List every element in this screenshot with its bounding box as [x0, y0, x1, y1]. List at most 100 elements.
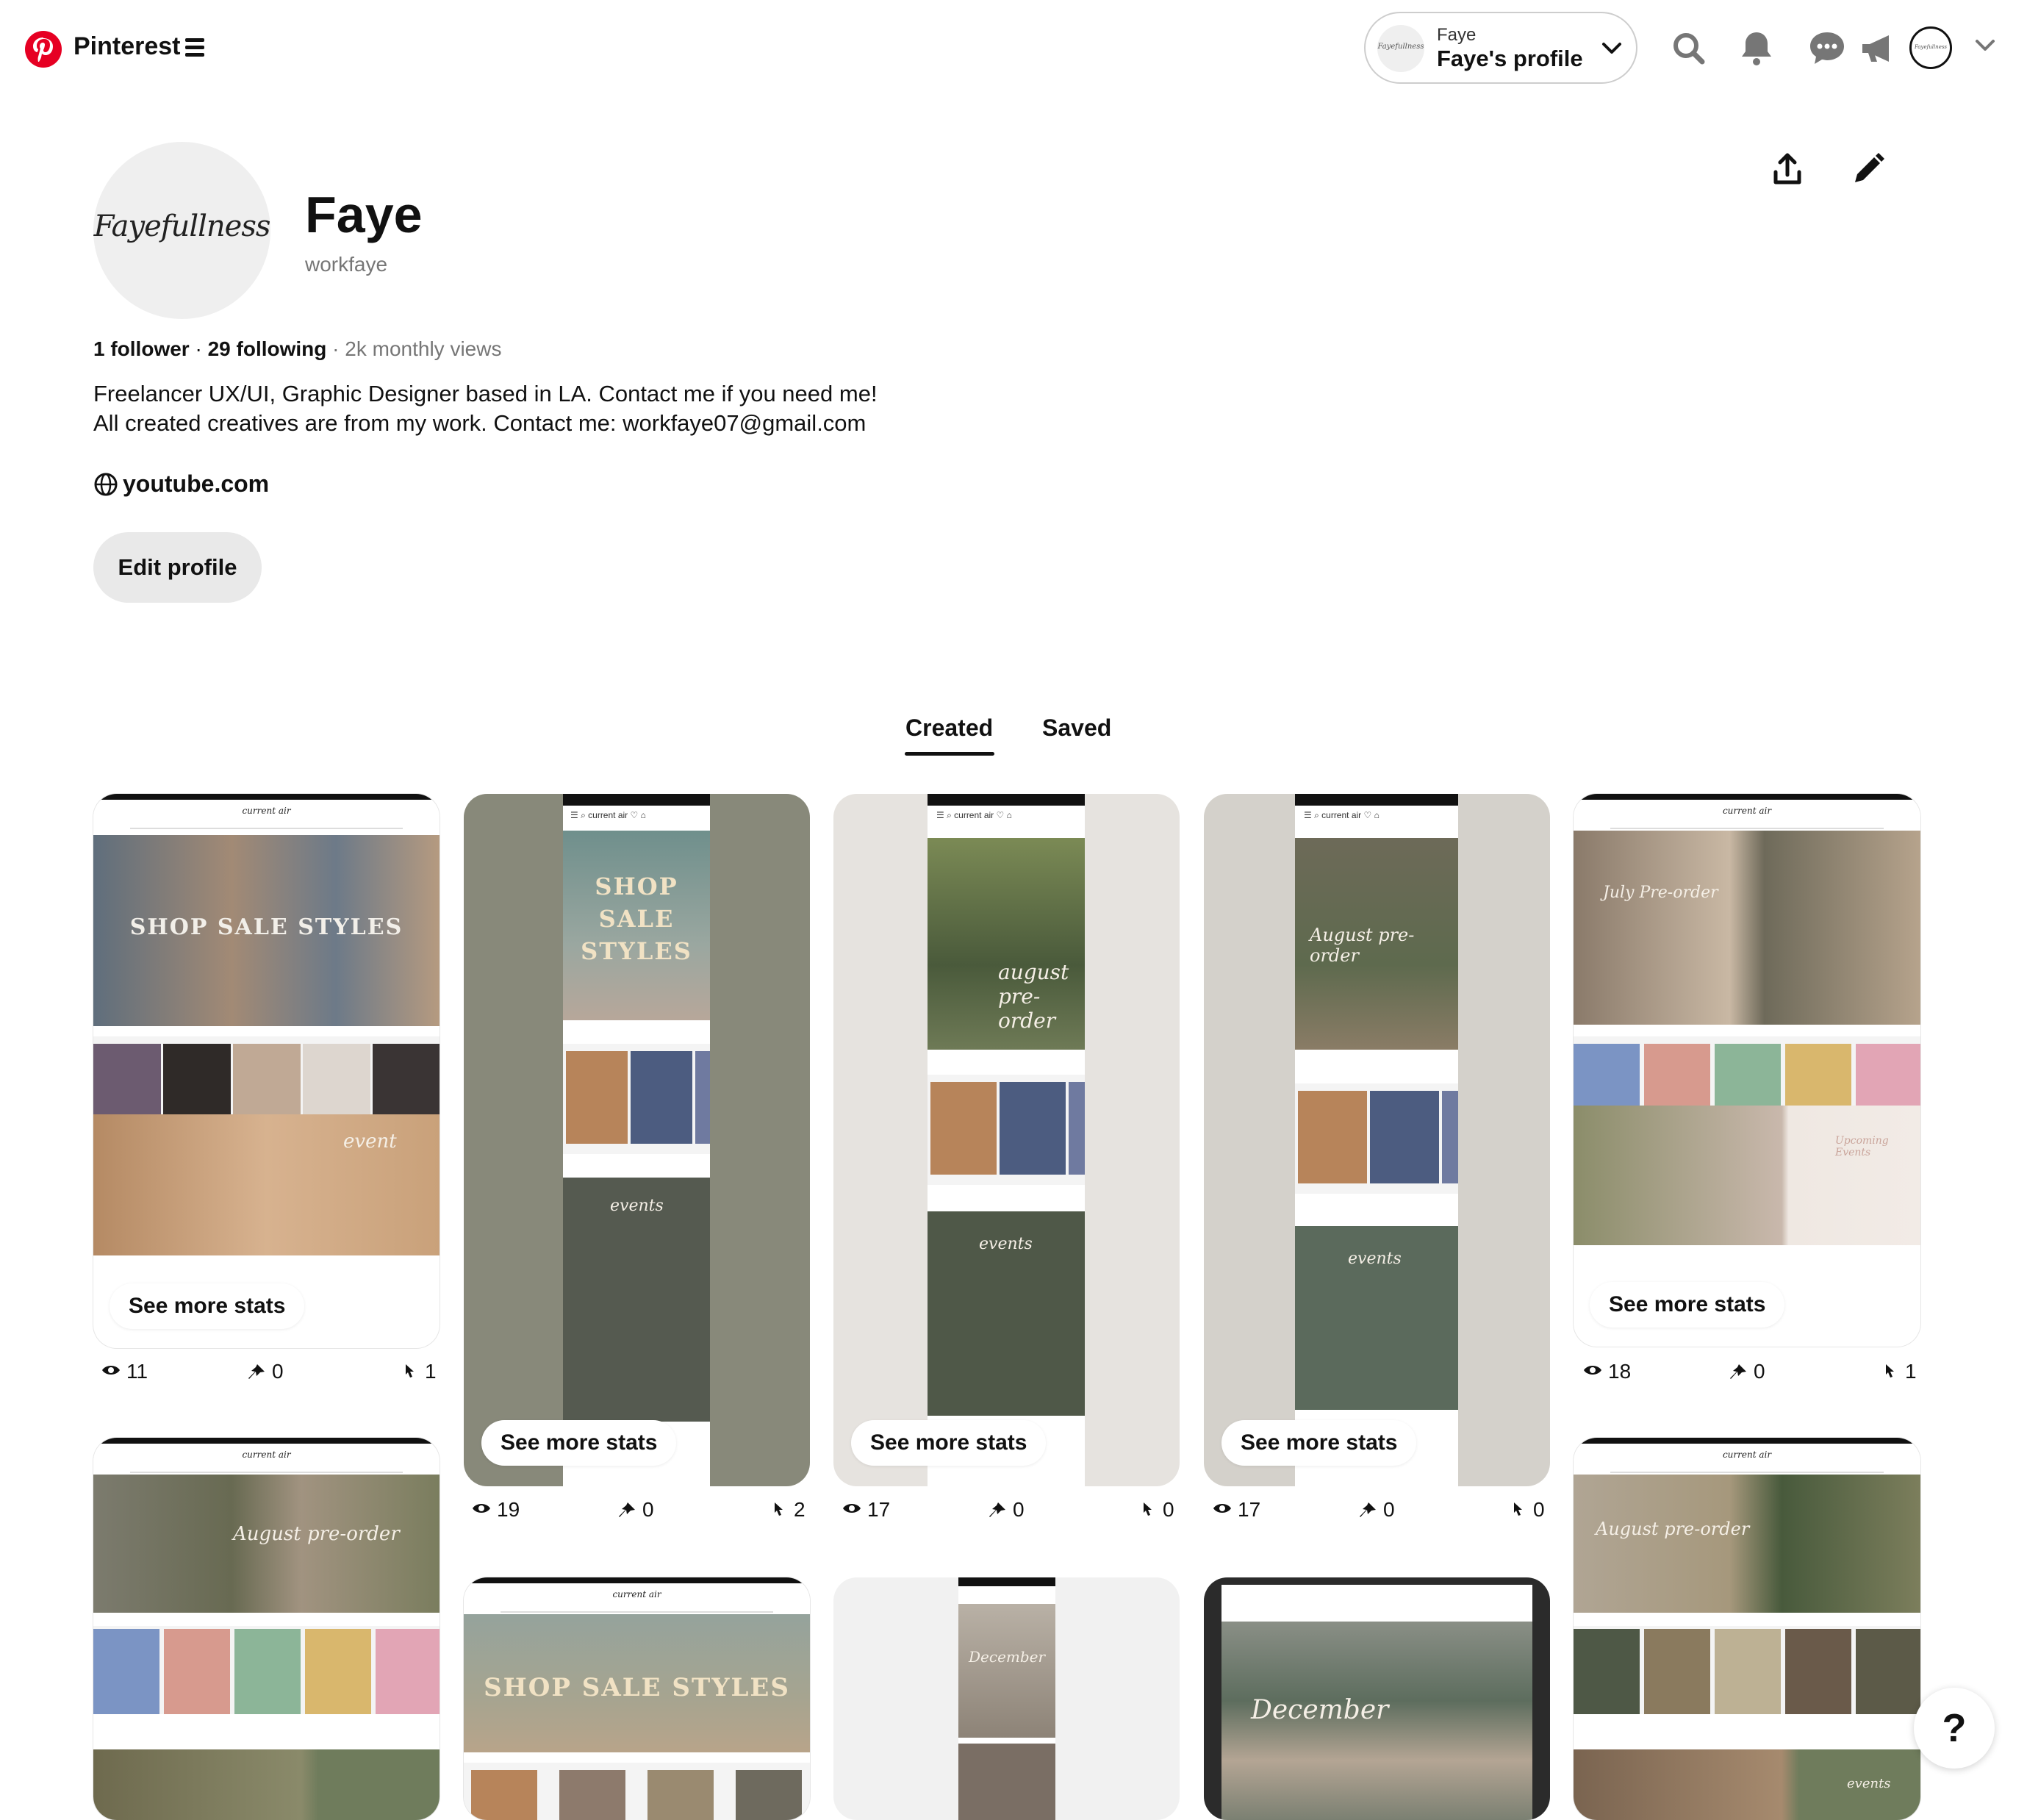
tab-created[interactable]: Created — [905, 714, 993, 742]
edit-profile-button[interactable]: Edit profile — [93, 532, 262, 603]
profile-handle: workfaye — [305, 253, 388, 276]
pin-clicks-value: 1 — [1905, 1360, 1917, 1383]
pin-events-image: events — [928, 1211, 1085, 1416]
pin-views-value: 17 — [1238, 1498, 1261, 1521]
pin-saves-value: 0 — [272, 1360, 284, 1383]
messages-icon[interactable] — [1807, 28, 1848, 69]
eye-icon — [102, 1366, 120, 1375]
pin-saves-value: 0 — [1013, 1498, 1025, 1521]
monthly-views: 2k monthly views — [345, 337, 502, 360]
accounts-chevron-icon[interactable] — [1974, 37, 1996, 54]
pin-saves-value: 0 — [642, 1498, 654, 1521]
pin-overlay-text: December — [1251, 1695, 1389, 1725]
pin-icon — [619, 1502, 635, 1517]
brand-name[interactable]: Pinterest — [73, 32, 181, 61]
pin-card[interactable]: current air August pre-order — [93, 1438, 440, 1820]
tab-saved[interactable]: Saved — [1042, 714, 1111, 742]
pin-laptop-screen: December — [1221, 1585, 1532, 1820]
account-switcher[interactable]: Fayefullness Faye Faye's profile — [1364, 12, 1637, 84]
pin-overlay-text: SHOP SALE STYLES — [581, 873, 692, 965]
pin-overlay-text: SHOP SALE STYLES — [129, 914, 403, 940]
pin-events-image: Upcoming Events — [1574, 1106, 1920, 1245]
pin-hero-image: SHOP SALE STYLES — [464, 1614, 810, 1752]
megaphone-icon[interactable] — [1858, 28, 1899, 69]
pin-clicks-value: 0 — [1533, 1498, 1545, 1521]
click-icon — [775, 1502, 783, 1516]
click-icon — [1514, 1502, 1522, 1516]
see-more-stats-button[interactable]: See more stats — [1221, 1420, 1417, 1466]
pin-icon — [1360, 1502, 1376, 1517]
eye-icon — [473, 1504, 490, 1513]
menu-icon[interactable] — [185, 38, 204, 57]
active-tab-indicator — [905, 752, 994, 756]
pin-card[interactable]: December — [833, 1577, 1180, 1820]
pin-clicks-value: 2 — [794, 1498, 806, 1521]
pin-phone-mockup: ☰ ⌕ current air ♡ ⌂ August pre-order eve… — [1295, 794, 1458, 1486]
pin-hero-image: December — [958, 1604, 1055, 1738]
share-icon[interactable] — [1767, 150, 1808, 191]
pin-hero-image: December — [1221, 1622, 1532, 1820]
pin-hero-image: August pre-order — [1574, 1475, 1920, 1613]
see-more-stats-button[interactable]: See more stats — [110, 1283, 305, 1329]
eye-icon — [843, 1504, 861, 1513]
pin-site-nav: current air — [93, 800, 440, 835]
bell-icon[interactable] — [1736, 28, 1777, 69]
pin-card[interactable]: ☰ ⌕ current air ♡ ⌂ SHOP SALE STYLES eve… — [464, 794, 810, 1486]
pin-card[interactable]: December — [1204, 1577, 1550, 1820]
pin-saves-value: 0 — [1383, 1498, 1395, 1521]
followers-count[interactable]: 1 follower — [93, 337, 190, 360]
pin-overlay-text: August pre-order — [233, 1523, 400, 1545]
globe-icon — [94, 473, 118, 496]
pin-card[interactable]: current air August pre-order events — [1574, 1438, 1920, 1820]
pin-hero-image: August pre-order — [93, 1475, 440, 1613]
header-avatar[interactable]: Fayefullness — [1909, 26, 1952, 69]
pencil-icon[interactable] — [1848, 148, 1889, 190]
see-more-stats-button[interactable]: See more stats — [851, 1420, 1047, 1466]
pin-card[interactable]: current air July Pre-order Upcoming Even… — [1574, 794, 1920, 1347]
pin-overlay-text: December — [969, 1648, 1046, 1666]
eye-icon — [1213, 1504, 1231, 1513]
pin-hero-image: SHOP SALE STYLES — [563, 831, 710, 1020]
pin-topbar — [93, 794, 440, 800]
bio-line-2: All created creatives are from my work. … — [93, 410, 867, 436]
website-link-text[interactable]: youtube.com — [123, 470, 269, 498]
switcher-account-name: Faye — [1437, 25, 1477, 45]
profile-avatar: Fayefullness — [93, 142, 270, 319]
header-avatar-text: Fayefullness — [1914, 44, 1948, 50]
profile-name: Faye — [305, 186, 423, 243]
pin-views-value: 19 — [497, 1498, 520, 1521]
pin-overlay-text: July Pre-order — [1603, 884, 1718, 902]
pin-icon — [248, 1364, 265, 1379]
click-icon — [1886, 1364, 1894, 1377]
follow-stats: 1 follower · 29 following · 2k monthly v… — [93, 337, 502, 360]
pinterest-logo-icon[interactable] — [25, 31, 62, 68]
pin-card[interactable]: current air SHOP SALE STYLES — [464, 1577, 810, 1820]
see-more-stats-button[interactable]: See more stats — [481, 1420, 677, 1466]
bio-line-1: Freelancer UX/UI, Graphic Designer based… — [93, 381, 878, 406]
pin-overlay-text: August pre-order — [1596, 1519, 1750, 1539]
pin-card[interactable]: current air SHOP SALE STYLES event See m… — [93, 794, 440, 1348]
pin-phone-mockup: December — [958, 1577, 1055, 1820]
search-icon[interactable] — [1668, 28, 1710, 69]
see-more-stats-button[interactable]: See more stats — [1590, 1282, 1785, 1328]
pin-events-image: events — [1295, 1226, 1458, 1410]
switcher-avatar: Fayefullness — [1377, 25, 1424, 72]
pin-views-value: 17 — [867, 1498, 891, 1521]
profile-bio: Freelancer UX/UI, Graphic Designer based… — [93, 379, 878, 438]
pin-overlay-text: SHOP SALE STYLES — [484, 1673, 790, 1702]
pin-views-value: 18 — [1608, 1360, 1632, 1383]
following-count[interactable]: 29 following — [208, 337, 327, 360]
pin-card[interactable]: ☰ ⌕ current air ♡ ⌂ August pre-order eve… — [1204, 794, 1550, 1486]
pin-phone-mockup: ☰ ⌕ current air ♡ ⌂ SHOP SALE STYLES eve… — [563, 794, 710, 1486]
pin-site-nav: current air — [1574, 800, 1920, 835]
pin-hero-image: August pre-order — [1295, 838, 1458, 1050]
pin-events-image: events — [563, 1178, 710, 1422]
pin-icon — [1730, 1364, 1746, 1379]
pin-hero-image: SHOP SALE STYLES — [93, 835, 440, 1026]
pin-hero-image: august pre-order — [928, 838, 1085, 1050]
help-button[interactable]: ? — [1914, 1688, 1995, 1769]
click-icon — [406, 1364, 414, 1377]
pin-card[interactable]: ☰ ⌕ current air ♡ ⌂ august pre-order eve… — [833, 794, 1180, 1486]
eye-icon — [1584, 1366, 1601, 1375]
pin-events-image: event — [93, 1114, 440, 1255]
